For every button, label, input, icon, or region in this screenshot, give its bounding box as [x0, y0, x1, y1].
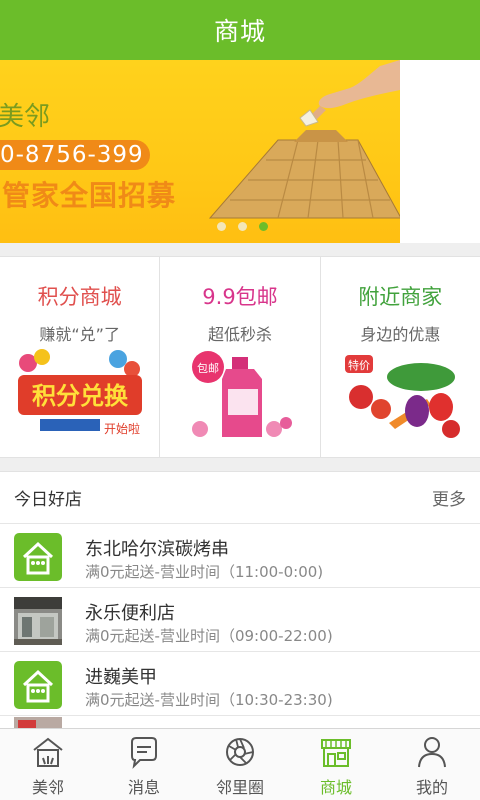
bottom-tab-bar: 美邻 消息 邻里圈 商城 我的 — [0, 728, 480, 800]
shop-icon — [321, 739, 351, 767]
shop-name: 进巍美甲 — [85, 667, 157, 688]
tab-messages[interactable]: 消息 — [96, 729, 192, 800]
free-shipping-badge: 包邮 — [197, 362, 219, 375]
banner-slogan-text: 管家全国招募 — [2, 179, 177, 212]
title-bar: 商城 — [0, 0, 480, 60]
tab-label: 美邻 — [31, 778, 64, 797]
promo-title: 9.9包邮 — [202, 285, 278, 309]
carousel-indicator — [217, 222, 268, 231]
banner-brand-text: 美邻 — [0, 102, 51, 132]
good-shops-header: 今日好店 更多 — [0, 472, 480, 524]
tab-mall[interactable]: 商城 — [288, 729, 384, 800]
tab-label: 消息 — [127, 778, 160, 797]
tab-mine[interactable]: 我的 — [384, 729, 480, 800]
banner-phone-text: 0-8756-399 — [0, 140, 150, 170]
promo-card-points-mall[interactable]: 积分商城 赚就“兑”了 积分兑换 开始啦 — [0, 257, 161, 457]
tab-label: 商城 — [319, 778, 352, 797]
hand-image — [299, 60, 400, 127]
shop-info: 满0元起送-营业时间（09:00-22:00) — [85, 627, 333, 645]
app-screen: 商城 美邻 0-8756-399 管家全国招募 积分商城 赚就“兑”了 积分兑换… — [0, 0, 480, 800]
house-logo-icon — [14, 661, 62, 709]
shop-list-item[interactable]: 东北哈尔滨碳烤串 满0元起送-营业时间（11:00-0:00) — [0, 524, 480, 588]
store-photo — [14, 717, 62, 728]
promo-subtitle: 超低秒杀 — [207, 325, 272, 344]
points-exchange-sublabel: 开始啦 — [104, 421, 140, 436]
page-title: 商城 — [213, 17, 266, 46]
tab-meilin[interactable]: 美邻 — [0, 729, 96, 800]
carousel-dot[interactable] — [217, 222, 226, 231]
vegetables-image: 特价 — [344, 355, 460, 438]
more-link[interactable]: 更多 — [432, 485, 466, 510]
store-photo — [14, 597, 62, 645]
promo-subtitle: 身边的优惠 — [360, 325, 441, 344]
shop-name: 永乐便利店 — [85, 603, 175, 624]
points-exchange-image: 积分兑换 开始啦 — [18, 349, 142, 436]
carousel-dot[interactable] — [238, 222, 247, 231]
pyramid-image — [208, 130, 400, 219]
promo-card-nearby-merchants[interactable]: 附近商家 身边的优惠 特价 — [321, 257, 480, 457]
shop-info: 满0元起送-营业时间（10:30-23:30) — [85, 691, 333, 709]
shop-name: 东北哈尔滨碳烤串 — [85, 539, 229, 560]
house-icon — [33, 737, 63, 767]
chat-bubble-icon — [131, 737, 157, 769]
promo-subtitle: 赚就“兑”了 — [39, 325, 120, 344]
good-shops-section: 今日好店 更多 东北哈尔滨碳烤串 满0元起送-营业时间（11:00-0:00) — [0, 471, 480, 728]
shop-list-item-partial[interactable] — [0, 716, 480, 728]
promo-section: 积分商城 赚就“兑”了 积分兑换 开始啦 9.9包邮 超低秒杀 包邮 附近商家 … — [0, 256, 480, 458]
carousel-dot-active[interactable] — [259, 222, 268, 231]
good-shops-title: 今日好店 — [14, 490, 82, 510]
banner-side-area — [400, 60, 480, 243]
promo-title: 积分商城 — [37, 285, 122, 309]
promo-card-free-shipping[interactable]: 9.9包邮 超低秒杀 包邮 — [160, 257, 321, 457]
shop-info: 满0元起送-营业时间（11:00-0:00) — [85, 563, 324, 581]
banner-carousel[interactable]: 美邻 0-8756-399 管家全国招募 — [0, 60, 400, 243]
person-icon — [418, 737, 446, 768]
tab-neighborhood[interactable]: 邻里圈 — [192, 729, 288, 800]
promo-title: 附近商家 — [358, 285, 443, 309]
points-exchange-label: 积分兑换 — [32, 382, 129, 410]
shop-list-item[interactable]: 永乐便利店 满0元起送-营业时间（09:00-22:00) — [0, 588, 480, 652]
aperture-icon — [226, 738, 254, 766]
detergent-bottle-image: 包邮 — [192, 351, 293, 437]
special-price-tag: 特价 — [348, 358, 370, 372]
tab-label: 邻里圈 — [215, 778, 264, 797]
tab-label: 我的 — [415, 778, 448, 797]
house-logo-icon — [14, 533, 62, 581]
shop-list-item[interactable]: 进巍美甲 满0元起送-营业时间（10:30-23:30) — [0, 652, 480, 716]
